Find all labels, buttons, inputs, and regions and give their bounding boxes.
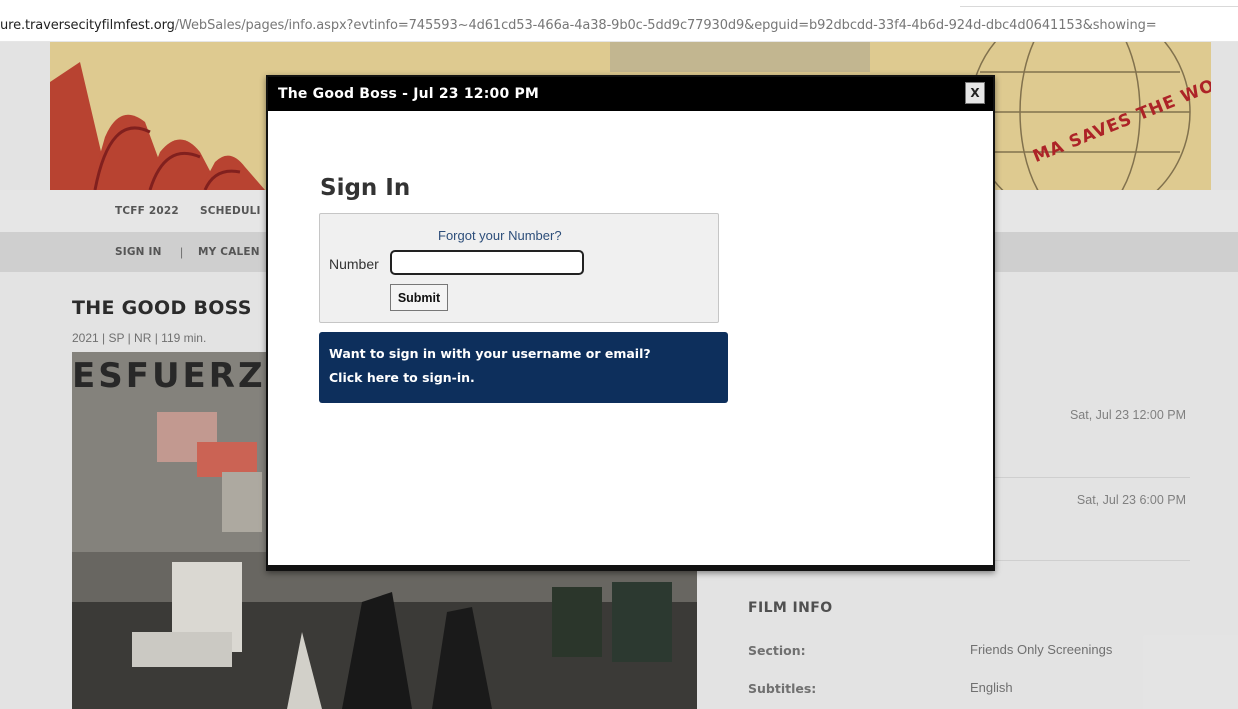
email-sign-in-link[interactable]: Click here to sign-in. [329,370,475,385]
url-bar-divider [960,6,1238,7]
sign-in-modal: The Good Boss - Jul 23 12:00 PM X Sign I… [266,75,995,571]
modal-header: The Good Boss - Jul 23 12:00 PM X [268,77,993,111]
email-sign-in-box[interactable]: Want to sign in with your username or em… [319,332,728,403]
number-input[interactable] [390,250,584,275]
browser-url-bar[interactable]: ure.traversecityfilmfest.org/WebSales/pa… [0,0,1238,42]
forgot-number-link[interactable]: Forgot your Number? [438,228,562,243]
submit-button[interactable]: Submit [390,284,448,311]
sign-in-form: Forgot your Number? Number Submit [319,213,719,323]
email-sign-in-prompt[interactable]: Want to sign in with your username or em… [329,346,651,361]
sign-in-heading: Sign In [320,175,411,201]
url-text[interactable]: ure.traversecityfilmfest.org/WebSales/pa… [0,18,1157,33]
url-host: ure.traversecityfilmfest.org [0,18,175,33]
modal-bottom-border [268,565,993,569]
close-button[interactable]: X [965,82,985,104]
number-label: Number [329,256,379,272]
modal-title: The Good Boss - Jul 23 12:00 PM [278,86,540,102]
url-path: /WebSales/pages/info.aspx?evtinfo=745593… [174,18,1157,33]
